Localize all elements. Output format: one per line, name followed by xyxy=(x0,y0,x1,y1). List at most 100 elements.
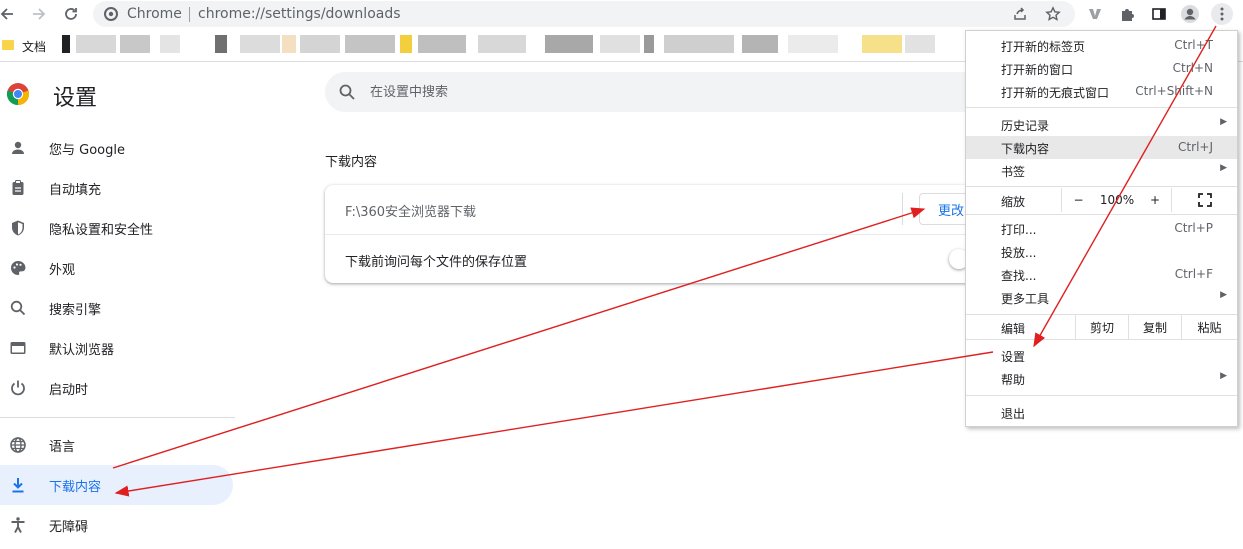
folder-icon xyxy=(2,40,14,50)
menu-print[interactable]: 打印... Ctrl+P xyxy=(966,217,1237,240)
accessibility-icon xyxy=(8,515,28,535)
menu-new-tab[interactable]: 打开新的标签页 Ctrl+T xyxy=(966,34,1237,57)
location-row: F:\360安全浏览器下载 更改 xyxy=(325,185,1025,234)
sidebar-item-label: 隐私设置和安全性 xyxy=(49,223,154,238)
menu-more-tools[interactable]: 更多工具 ▶ xyxy=(966,286,1237,309)
menu-zoom-row: 缩放 − 100% + xyxy=(966,188,1237,212)
menu-label: 退出 xyxy=(1001,407,1026,421)
menu-label: 打开新的窗口 xyxy=(1001,63,1074,77)
menu-label: 查找... xyxy=(1001,269,1037,283)
menu-exit[interactable]: 退出 xyxy=(966,401,1237,424)
sidebar-item-7[interactable]: 语言 xyxy=(0,425,233,465)
sidebar-item-label: 您与 Google xyxy=(49,143,125,158)
site-name: Chrome xyxy=(127,6,182,22)
sidebar-item-6[interactable]: 启动时 xyxy=(0,368,233,408)
bookmark-folder-docs[interactable]: 文档 xyxy=(22,38,46,55)
menu-new-window[interactable]: 打开新的窗口 Ctrl+N xyxy=(966,57,1237,80)
forward-icon[interactable] xyxy=(28,3,50,25)
reload-icon[interactable] xyxy=(60,3,82,25)
menu-shortcut: Ctrl+T xyxy=(1174,38,1213,52)
browser-window-icon xyxy=(8,338,28,358)
profile-icon[interactable] xyxy=(1179,3,1201,25)
menu-downloads[interactable]: 下载内容 Ctrl+J xyxy=(966,136,1237,159)
menu-label: 帮助 xyxy=(1001,373,1026,387)
fullscreen-icon[interactable] xyxy=(1171,188,1237,212)
menu-cast[interactable]: 投放... xyxy=(966,240,1237,263)
sidebar-item-8[interactable]: 下载内容 xyxy=(0,465,233,505)
menu-separator xyxy=(966,339,1237,340)
row-divider xyxy=(902,193,903,225)
paste-button[interactable]: 粘贴 xyxy=(1181,315,1237,339)
menu-shortcut: Ctrl+Shift+N xyxy=(1135,84,1213,98)
palette-icon xyxy=(8,258,28,278)
submenu-arrow-icon: ▶ xyxy=(1220,163,1227,173)
menu-label: 投放... xyxy=(1001,246,1037,260)
menu-edit-row: 编辑 剪切 复制 粘贴 xyxy=(966,315,1237,339)
settings-search[interactable] xyxy=(325,72,1025,112)
zoom-label: 缩放 xyxy=(1001,195,1026,209)
globe-icon xyxy=(8,435,28,455)
menu-settings[interactable]: 设置 xyxy=(966,344,1237,367)
zoom-out-button[interactable]: − xyxy=(1061,188,1095,212)
menu-history[interactable]: 历史记录 ▶ xyxy=(966,113,1237,136)
copy-button[interactable]: 复制 xyxy=(1128,315,1181,339)
submenu-arrow-icon: ▶ xyxy=(1220,117,1227,127)
chrome-page-icon xyxy=(103,6,119,22)
edit-label: 编辑 xyxy=(1001,322,1026,336)
sidebar-item-label: 默认浏览器 xyxy=(49,343,115,358)
menu-help[interactable]: 帮助 ▶ xyxy=(966,367,1237,390)
zoom-in-button[interactable]: + xyxy=(1139,188,1171,212)
extensions-puzzle-icon[interactable] xyxy=(1116,3,1138,25)
menu-find[interactable]: 查找... Ctrl+F xyxy=(966,263,1237,286)
bookmark-star-icon[interactable] xyxy=(1044,5,1062,23)
search-icon xyxy=(8,298,28,318)
sidebar-item-9[interactable]: 无障碍 xyxy=(0,505,233,545)
menu-label: 打开新的无痕式窗口 xyxy=(1001,86,1110,100)
sidebar-item-5[interactable]: 默认浏览器 xyxy=(0,328,233,368)
power-icon xyxy=(8,378,28,398)
ask-location-row[interactable]: 下载前询问每个文件的保存位置 xyxy=(325,234,1025,283)
chrome-app-menu: 打开新的标签页 Ctrl+T 打开新的窗口 Ctrl+N 打开新的无痕式窗口 C… xyxy=(965,30,1238,427)
cut-button[interactable]: 剪切 xyxy=(1075,315,1128,339)
address-bar[interactable]: Chrome chrome://settings/downloads xyxy=(93,1,1075,27)
menu-shortcut: Ctrl+F xyxy=(1174,267,1213,281)
back-icon[interactable] xyxy=(0,3,18,25)
address-separator xyxy=(189,7,190,22)
menu-bookmarks[interactable]: 书签 ▶ xyxy=(966,159,1237,182)
menu-shortcut: Ctrl+N xyxy=(1172,61,1213,75)
menu-separator xyxy=(966,186,1237,187)
browser-toolbar: Chrome chrome://settings/downloads xyxy=(0,0,1243,29)
nav-divider xyxy=(0,417,235,418)
sidebar-item-label: 语言 xyxy=(49,440,76,455)
sidebar-item-label: 下载内容 xyxy=(49,480,102,495)
sidebar-item-1[interactable]: 自动填充 xyxy=(0,168,233,208)
url-text: chrome://settings/downloads xyxy=(198,6,401,22)
menu-incognito[interactable]: 打开新的无痕式窗口 Ctrl+Shift+N xyxy=(966,80,1237,103)
menu-label: 设置 xyxy=(1001,350,1026,364)
download-location: F:\360安全浏览器下载 xyxy=(345,205,477,220)
menu-label: 打开新的标签页 xyxy=(1001,40,1086,54)
side-panel-icon[interactable] xyxy=(1148,3,1170,25)
shield-icon xyxy=(8,218,28,238)
person-icon xyxy=(8,138,28,158)
sidebar-item-0[interactable]: 您与 Google xyxy=(0,128,233,168)
menu-separator xyxy=(966,214,1237,215)
downloads-card: F:\360安全浏览器下载 更改 下载前询问每个文件的保存位置 xyxy=(325,185,1025,283)
menu-kebab-icon[interactable] xyxy=(1211,3,1233,25)
sidebar-item-label: 自动填充 xyxy=(49,183,102,198)
sidebar-item-label: 启动时 xyxy=(49,383,89,398)
zoom-value: 100% xyxy=(1099,193,1135,207)
extension-v-icon[interactable] xyxy=(1084,3,1106,25)
sidebar-item-4[interactable]: 搜索引擎 xyxy=(0,288,233,328)
sidebar-item-3[interactable]: 外观 xyxy=(0,248,233,288)
menu-label: 书签 xyxy=(1001,165,1026,179)
search-input[interactable] xyxy=(370,72,970,112)
ask-location-label: 下载前询问每个文件的保存位置 xyxy=(345,255,528,270)
sidebar-item-label: 外观 xyxy=(49,263,76,278)
menu-label: 历史记录 xyxy=(1001,119,1050,133)
share-icon[interactable] xyxy=(1011,5,1029,23)
menu-separator xyxy=(966,107,1237,108)
menu-shortcut: Ctrl+J xyxy=(1178,140,1213,154)
sidebar-item-2[interactable]: 隐私设置和安全性 xyxy=(0,208,233,248)
menu-label: 更多工具 xyxy=(1001,292,1050,306)
